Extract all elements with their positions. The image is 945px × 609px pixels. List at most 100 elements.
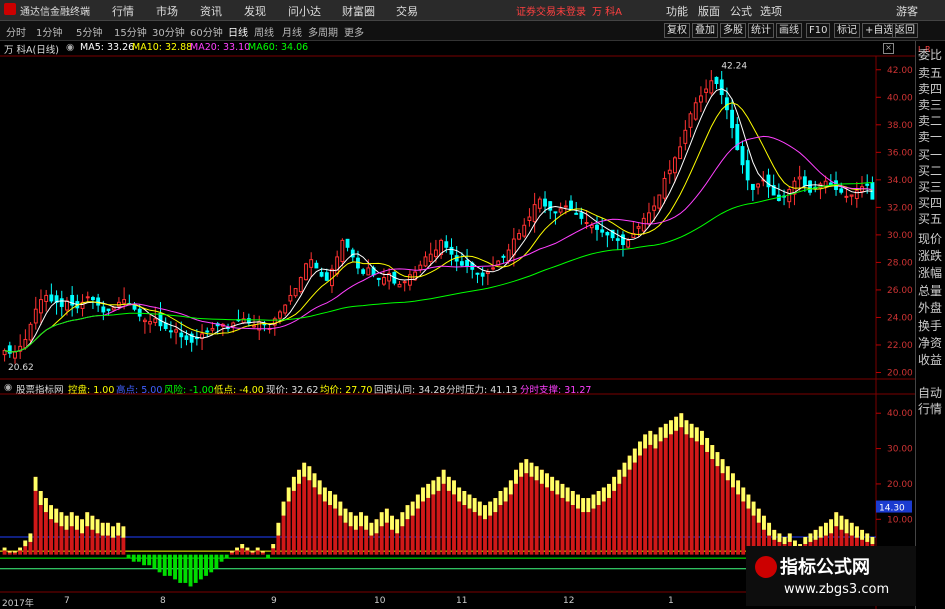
candle-body: [116, 301, 121, 307]
candle-body: [309, 259, 314, 268]
date-label: 9: [271, 596, 277, 606]
indicator-tick-label: 40.00: [887, 409, 913, 419]
candle-body: [595, 224, 599, 230]
candle-body: [319, 272, 324, 277]
candle-body: [683, 129, 688, 144]
date-label: 2017年: [2, 599, 34, 609]
candle-body: [506, 249, 511, 262]
candle-body: [667, 169, 672, 175]
candle-body: [636, 226, 641, 229]
price-tick-label: 20.00: [887, 368, 913, 378]
candle-body: [621, 234, 625, 246]
candle-body: [444, 241, 449, 248]
ma60-line: [4, 182, 873, 353]
candle-body: [615, 238, 620, 241]
panel-label: 买四: [918, 196, 943, 210]
price-tick-label: 28.00: [887, 258, 913, 268]
panel-label: 换手: [918, 319, 943, 333]
stock-chart[interactable]: 20.00 22.00 24.00 26.00 28.00 30.00 32.00 34.00…: [0, 0, 915, 609]
candle-body: [433, 249, 438, 258]
auto-quote-toggle[interactable]: 自动: [918, 386, 945, 401]
candle-body: [106, 308, 111, 312]
candle-body: [657, 194, 662, 209]
candle-body: [168, 330, 173, 333]
candle-body: [122, 299, 127, 304]
panel-label: 现价: [918, 232, 943, 246]
candle-body: [678, 146, 683, 160]
date-label: 11: [456, 596, 468, 606]
candle-body: [724, 97, 729, 111]
low-annotation: 20.62: [8, 363, 34, 373]
candle-body: [849, 194, 854, 197]
candle-body: [537, 198, 542, 209]
candle-body: [854, 190, 859, 200]
candle-body: [501, 255, 506, 258]
candle-body: [480, 272, 485, 277]
candle-body: [527, 216, 532, 221]
price-tick-label: 40.00: [887, 93, 913, 103]
panel-label: 买一: [918, 148, 943, 162]
candle-body: [252, 325, 256, 328]
panel-label: 买三: [918, 180, 943, 194]
candle-body: [584, 222, 589, 225]
quote-panel: L R 委比 卖五 卖四 卖三 卖二 卖一 买一 买二 买三 买四 买五 现价 …: [915, 41, 945, 609]
candle-body: [148, 321, 153, 325]
panel-label: 卖三: [918, 98, 943, 112]
candle-body: [532, 204, 537, 223]
candle-body: [153, 318, 158, 323]
candle-body: [459, 261, 464, 266]
candle-body: [517, 233, 521, 240]
price-tick-label: 32.00: [887, 203, 913, 213]
candle-body: [142, 319, 147, 323]
candle-body: [298, 277, 303, 293]
candle-body: [278, 311, 282, 319]
candle-body: [33, 308, 38, 324]
indicator-tick-label: 10.00: [887, 515, 913, 525]
candle-body: [719, 79, 724, 96]
price-tick-label: 42.00: [887, 66, 913, 76]
candle-body: [304, 263, 308, 281]
candle-body: [553, 211, 558, 214]
candle-body: [465, 259, 470, 268]
candle-body: [428, 253, 433, 262]
candle-body: [335, 256, 340, 275]
candle-body: [600, 229, 605, 233]
candle-body: [662, 177, 667, 199]
price-tick-label: 36.00: [887, 148, 913, 158]
price-tick-label: 22.00: [887, 341, 913, 351]
candle-body: [293, 288, 298, 297]
candle-body: [688, 113, 693, 128]
date-label: 7: [64, 596, 70, 606]
candle-body: [750, 183, 755, 190]
candle-body: [704, 88, 709, 93]
indicator-tick-label: 20.00: [887, 480, 913, 490]
auto-quote-toggle-2[interactable]: 行情: [918, 402, 945, 417]
panel-label: 卖五: [918, 66, 943, 80]
date-label: 12: [563, 596, 575, 606]
candle-body: [756, 183, 761, 188]
panel-label: 总量: [918, 284, 943, 298]
ma5-line: [4, 88, 873, 353]
candle-body: [839, 188, 844, 193]
candle-body: [91, 297, 95, 301]
candle-body: [96, 297, 101, 306]
panel-label: 卖四: [918, 82, 943, 96]
candle-body: [740, 146, 745, 166]
date-label: 10: [374, 596, 386, 606]
candle-body: [522, 224, 527, 237]
candle-body: [797, 176, 802, 180]
panel-label: 涨幅: [918, 266, 943, 280]
candle-body: [184, 335, 189, 340]
candle-body: [589, 224, 594, 229]
candle-body: [865, 183, 870, 186]
candle-body: [163, 322, 168, 329]
panel-label: 委比: [918, 48, 943, 62]
panel-label: 买五: [918, 212, 943, 226]
candle-body: [85, 296, 90, 299]
candle-body: [174, 329, 179, 333]
price-tick-label: 26.00: [887, 286, 913, 296]
candle-body: [745, 160, 750, 181]
candle-body: [548, 201, 553, 211]
price-tick-label: 30.00: [887, 231, 913, 241]
candle-body: [449, 246, 454, 255]
